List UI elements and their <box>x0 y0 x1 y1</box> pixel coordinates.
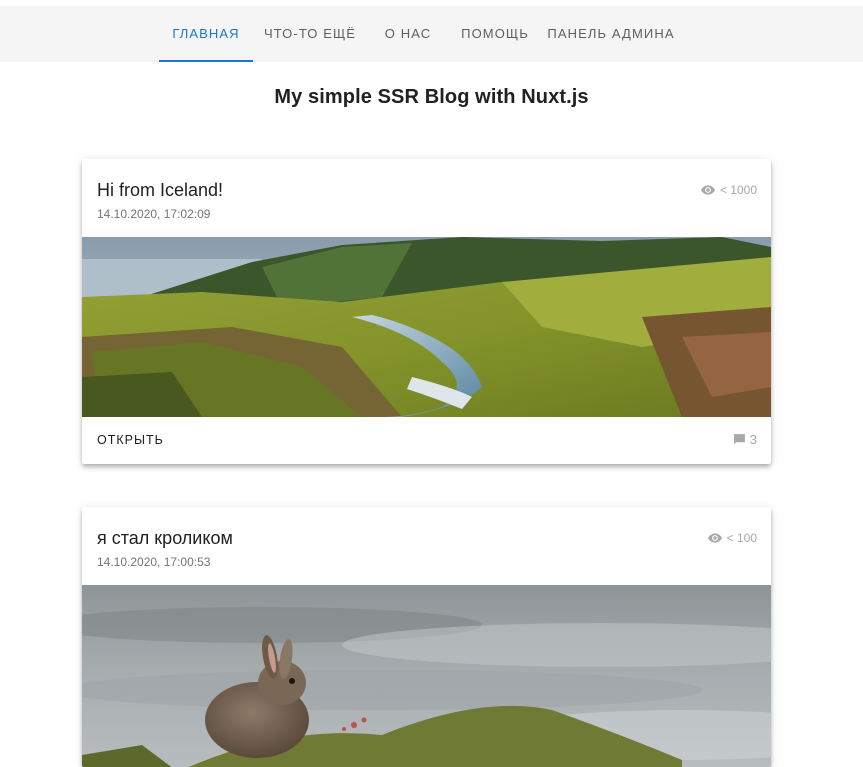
post-title[interactable]: я стал кроликом <box>97 528 233 549</box>
views-count: < 1000 <box>719 183 757 197</box>
tab-home[interactable]: ГЛАВНАЯ <box>159 6 253 62</box>
views-count: < 100 <box>726 531 757 545</box>
rabbit-image <box>82 585 771 767</box>
eye-icon <box>707 533 722 543</box>
page-title: My simple SSR Blog with Nuxt.js <box>274 86 589 108</box>
post-title[interactable]: Hi from Iceland! <box>97 180 223 201</box>
tab-admin-panel[interactable]: ПАНЕЛЬ АДМИНА <box>541 6 681 62</box>
comments-count: 3 <box>749 432 757 447</box>
top-navigation: ГЛАВНАЯ ЧТО-ТО ЕЩЁ О НАС ПОМОЩЬ ПАНЕЛЬ А… <box>0 6 863 62</box>
post-views: < 100 <box>707 531 757 545</box>
tab-help[interactable]: ПОМОЩЬ <box>449 6 541 62</box>
post-date: 14.10.2020, 17:00:53 <box>97 555 211 569</box>
post-comments: 3 <box>733 432 757 447</box>
comment-icon <box>733 434 745 445</box>
iceland-landscape-image <box>82 237 771 417</box>
post-card: Hi from Iceland! 14.10.2020, 17:02:09 < … <box>82 159 771 464</box>
tab-about[interactable]: О НАС <box>367 6 449 62</box>
tab-something-else[interactable]: ЧТО-ТО ЕЩЁ <box>253 6 367 62</box>
active-tab-indicator <box>159 60 253 62</box>
eye-icon <box>700 185 715 195</box>
post-actions: ОТКРЫТЬ 3 <box>82 417 771 464</box>
open-post-button[interactable]: ОТКРЫТЬ <box>90 425 171 455</box>
post-card: я стал кроликом 14.10.2020, 17:00:53 < 1… <box>82 507 771 767</box>
post-date: 14.10.2020, 17:02:09 <box>97 207 211 221</box>
post-views: < 1000 <box>700 183 757 197</box>
